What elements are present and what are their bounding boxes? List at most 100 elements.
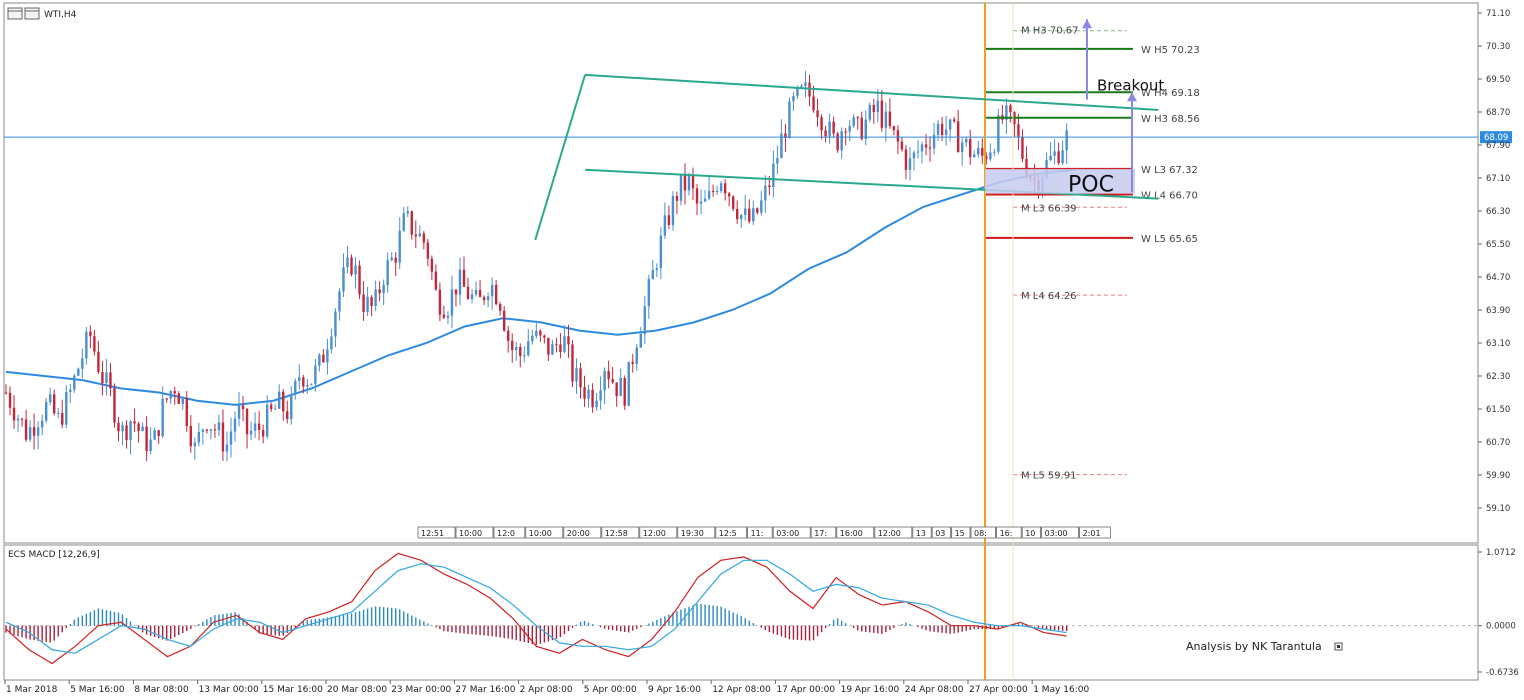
candle-body bbox=[840, 131, 843, 151]
candle bbox=[731, 195, 735, 212]
candle-body bbox=[502, 310, 506, 331]
candle-body bbox=[233, 418, 237, 432]
candle-body bbox=[989, 152, 992, 160]
candle-body bbox=[374, 289, 377, 307]
candle-body bbox=[744, 208, 747, 215]
candle-body bbox=[338, 291, 341, 312]
candle-body bbox=[595, 400, 598, 408]
session-tick-label: 03 bbox=[935, 529, 945, 538]
candle-body bbox=[277, 391, 281, 409]
candle-body bbox=[675, 196, 679, 201]
candle-body bbox=[362, 294, 365, 312]
candle-body bbox=[695, 188, 699, 204]
candle-body bbox=[257, 423, 261, 430]
candle bbox=[627, 361, 630, 407]
candle-body bbox=[40, 420, 44, 428]
candle-body bbox=[326, 349, 329, 363]
candle-body bbox=[330, 336, 333, 350]
session-tick-label: 15 bbox=[955, 529, 965, 538]
candle-body bbox=[973, 154, 976, 158]
candle-body bbox=[515, 347, 518, 350]
candle-body bbox=[213, 429, 217, 431]
candle-body bbox=[498, 304, 502, 311]
candle-body bbox=[691, 175, 695, 189]
candle-body bbox=[157, 430, 160, 437]
candle-body bbox=[48, 394, 52, 403]
session-tick-label: 20:00 bbox=[567, 529, 590, 538]
candle-body bbox=[193, 442, 197, 447]
candle-body bbox=[386, 260, 389, 286]
candle-body bbox=[181, 397, 184, 405]
candle-body bbox=[109, 372, 112, 389]
candle-body bbox=[486, 296, 490, 301]
candle-body bbox=[73, 375, 76, 390]
candle-body bbox=[711, 190, 715, 192]
x-axis-label: 15 Mar 16:00 bbox=[263, 685, 323, 695]
candle-body bbox=[20, 418, 24, 420]
session-tick-label: 12:58 bbox=[605, 529, 628, 538]
candle-body bbox=[44, 402, 48, 421]
x-axis-label: 9 Apr 16:00 bbox=[648, 685, 701, 695]
candle-body bbox=[89, 331, 92, 337]
candle-body bbox=[273, 408, 277, 410]
candle-body bbox=[1065, 130, 1068, 151]
candle-body bbox=[543, 335, 546, 338]
price-axis-label: 62.30 bbox=[1486, 372, 1510, 382]
x-axis-label: 2 Apr 08:00 bbox=[520, 685, 573, 695]
candle-body bbox=[832, 121, 835, 134]
macd-title: ECS MACD [12,26,9] bbox=[8, 550, 100, 560]
candle-body bbox=[736, 208, 739, 220]
price-axis-label: 64.70 bbox=[1486, 273, 1510, 283]
pivot-label-monthly: M L4 64.26 bbox=[1021, 291, 1077, 302]
session-tick-label: 12:00 bbox=[643, 529, 666, 538]
symbol-label: WTI,H4 bbox=[44, 10, 77, 20]
candle-body bbox=[12, 407, 16, 421]
candle-body bbox=[1009, 105, 1012, 113]
candle-body bbox=[948, 119, 952, 130]
candle-body bbox=[880, 100, 884, 128]
candle-body bbox=[571, 344, 574, 382]
candle-body bbox=[800, 85, 803, 88]
candle-body bbox=[603, 370, 606, 391]
candle-body bbox=[85, 331, 88, 359]
candle-body bbox=[36, 427, 40, 436]
candle-body bbox=[655, 268, 659, 270]
candle-body bbox=[249, 430, 253, 435]
candle-body bbox=[760, 200, 763, 213]
candle-body bbox=[940, 123, 944, 135]
candle-body bbox=[876, 100, 880, 113]
candle-body bbox=[928, 147, 932, 149]
price-axis-label: 59.90 bbox=[1486, 471, 1510, 481]
candle-body bbox=[205, 429, 209, 431]
breakout-label: Breakout bbox=[1097, 77, 1164, 95]
chart-canvas[interactable]: WTI,H4 M H3 70.67W H5 70.23W H4 69.18W H… bbox=[0, 0, 1524, 700]
candle-body bbox=[731, 196, 735, 209]
candle-body bbox=[32, 427, 36, 436]
candle-body bbox=[410, 211, 413, 235]
candle-body bbox=[583, 387, 586, 399]
candle-body bbox=[165, 398, 168, 400]
candle-body bbox=[470, 294, 474, 299]
candle-body bbox=[125, 425, 128, 441]
candle-body bbox=[4, 392, 8, 394]
candle-body bbox=[699, 201, 703, 204]
candle-body bbox=[804, 82, 807, 86]
candle-body bbox=[482, 297, 486, 301]
candle-body bbox=[57, 413, 60, 415]
candle-body bbox=[671, 196, 675, 226]
candle-body bbox=[209, 429, 213, 431]
candle-body bbox=[619, 378, 622, 397]
candle-body bbox=[764, 185, 767, 201]
candle-body bbox=[860, 117, 863, 140]
price-axis-label: 67.10 bbox=[1486, 174, 1510, 184]
candle-body bbox=[527, 341, 530, 356]
macd-plot-frame bbox=[3, 544, 1479, 681]
x-axis-label: 5 Apr 00:00 bbox=[584, 685, 637, 695]
candle-body bbox=[53, 394, 56, 414]
candle-body bbox=[394, 257, 397, 263]
candle-body bbox=[820, 117, 823, 131]
candle-body bbox=[201, 429, 205, 432]
candle-body bbox=[16, 418, 20, 421]
session-tick-label: 16: bbox=[1000, 529, 1013, 538]
candle-body bbox=[282, 391, 285, 412]
